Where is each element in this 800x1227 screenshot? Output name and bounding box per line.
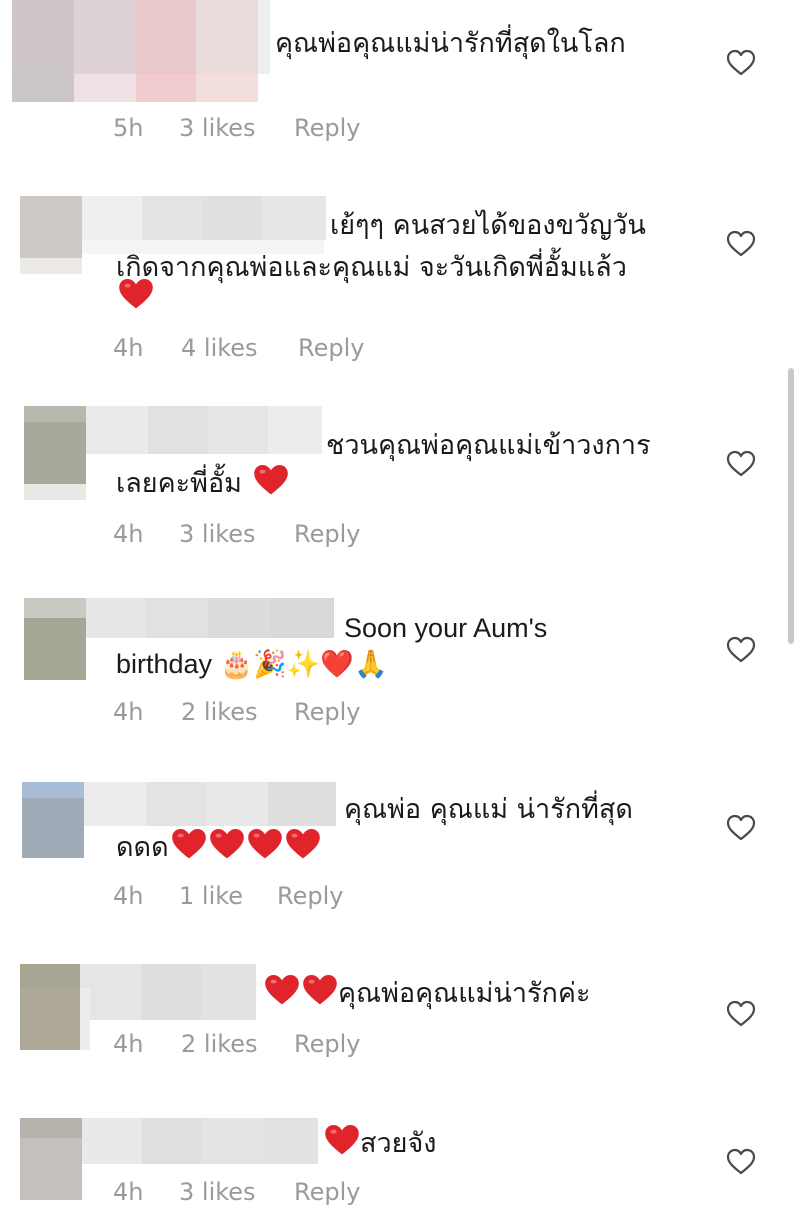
comment-text: เย้ๆๆ คนสวยได้ของขวัญวัน <box>330 210 646 241</box>
comment-meta: 4h 2 likes Reply <box>0 698 400 728</box>
comment-time: 4h <box>113 698 144 726</box>
comment-time: 4h <box>113 1178 144 1206</box>
reply-button[interactable]: Reply <box>294 114 360 142</box>
comment-item: คุณพ่อคุณแม่น่ารักที่สุดในโลก 5h 3 likes… <box>0 0 800 160</box>
comment-likes[interactable]: 4 likes <box>181 334 258 362</box>
red-heart-icon <box>265 975 299 1005</box>
comment-text: เลยคะพี่อั้ม <box>116 462 289 506</box>
comment-text: ชวนคุณพ่อคุณแม่เข้าวงการ <box>326 430 651 461</box>
comment-meta: 4h 4 likes Reply <box>0 334 400 364</box>
comment-meta: 4h 1 like Reply <box>0 882 400 912</box>
red-heart-icon <box>119 279 153 309</box>
comment-item: ชวนคุณพ่อคุณแม่เข้าวงการ เลยคะพี่อั้ม 4h… <box>0 404 800 564</box>
heart-outline-icon[interactable] <box>726 1000 756 1028</box>
comment-text: สวยจัง <box>322 1122 436 1166</box>
comment-likes[interactable]: 2 likes <box>181 1030 258 1058</box>
comment-text-part: คุณพ่อคุณแม่น่ารักค่ะ <box>338 978 591 1009</box>
comment-item: คุณพ่อ คุณแม่ น่ารักที่สุด ดดด 4h 1 like… <box>0 780 800 930</box>
comment-text: คุณพ่อคุณแม่น่ารักที่สุดในโลก <box>275 28 626 59</box>
comment-time: 5h <box>113 114 144 142</box>
heart-outline-icon[interactable] <box>726 450 756 478</box>
comment-text: เกิดจากคุณพ่อและคุณแม่ จะวันเกิดพี่อั้มแ… <box>116 252 627 283</box>
comment-text: birthday 🎂🎉✨❤️🙏 <box>116 649 388 679</box>
comment-text-part: เลยคะพี่อั้ม <box>116 468 251 499</box>
heart-outline-icon[interactable] <box>726 49 756 77</box>
red-heart-icon <box>325 1125 359 1155</box>
comment-meta: 4h 3 likes Reply <box>0 1178 400 1208</box>
comment-text: คุณพ่อ คุณแม่ น่ารักที่สุด <box>344 794 633 825</box>
comment-meta: 5h 3 likes Reply <box>0 114 400 144</box>
comment-text-part: ดดด <box>116 832 169 863</box>
scrollbar[interactable] <box>788 368 794 644</box>
red-heart-icon <box>303 975 337 1005</box>
reply-button[interactable]: Reply <box>294 698 360 726</box>
comment-likes[interactable]: 3 likes <box>179 520 256 548</box>
comment-item: เย้ๆๆ คนสวยได้ของขวัญวัน เกิดจากคุณพ่อแล… <box>0 190 800 370</box>
comment-time: 4h <box>113 520 144 548</box>
heart-outline-icon[interactable] <box>726 636 756 664</box>
red-heart-icon <box>209 829 244 859</box>
comment-text-part: สวยจัง <box>360 1128 437 1159</box>
red-heart-icon <box>171 829 206 859</box>
red-heart-icon <box>253 465 288 495</box>
heart-outline-icon[interactable] <box>726 1148 756 1176</box>
heart-outline-icon[interactable] <box>726 230 756 258</box>
reply-button[interactable]: Reply <box>277 882 343 910</box>
comment-text: ดดด <box>116 826 321 870</box>
comment-likes[interactable]: 3 likes <box>179 114 256 142</box>
reply-button[interactable]: Reply <box>298 334 364 362</box>
comment-item: คุณพ่อคุณแม่น่ารักค่ะ 4h 2 likes Reply <box>0 962 800 1072</box>
comment-meta: 4h 3 likes Reply <box>0 520 400 550</box>
comment-time: 4h <box>113 1030 144 1058</box>
comment-likes[interactable]: 1 like <box>179 882 243 910</box>
reply-button[interactable]: Reply <box>294 1178 360 1206</box>
comment-meta: 4h 2 likes Reply <box>0 1030 400 1060</box>
comment-item: สวยจัง 4h 3 likes Reply <box>0 1116 800 1227</box>
comment-time: 4h <box>113 334 144 362</box>
red-heart-icon <box>285 829 320 859</box>
comment-item: Soon your Aum's birthday 🎂🎉✨❤️🙏 4h 2 lik… <box>0 596 800 746</box>
comment-likes[interactable]: 2 likes <box>181 698 258 726</box>
red-heart-icon <box>247 829 282 859</box>
comment-text <box>116 276 154 320</box>
reply-button[interactable]: Reply <box>294 1030 360 1058</box>
comment-text: คุณพ่อคุณแม่น่ารักค่ะ <box>262 972 590 1016</box>
heart-outline-icon[interactable] <box>726 814 756 842</box>
reply-button[interactable]: Reply <box>294 520 360 548</box>
comment-time: 4h <box>113 882 144 910</box>
comment-likes[interactable]: 3 likes <box>179 1178 256 1206</box>
